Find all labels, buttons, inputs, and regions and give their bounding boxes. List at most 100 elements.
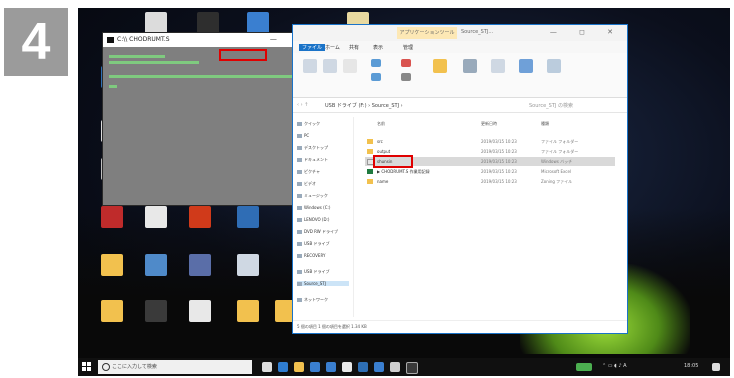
notification-icon[interactable] [712, 363, 720, 371]
windows-logo-icon [87, 362, 91, 366]
column-header-type[interactable]: 種類 [541, 121, 549, 127]
select-icon[interactable] [547, 59, 561, 73]
rename-icon[interactable] [401, 73, 411, 81]
app-icon [101, 206, 123, 228]
store-icon[interactable] [310, 362, 320, 372]
console-cursor [109, 85, 117, 88]
file-type: ファイル フォルダー [541, 139, 579, 144]
nav-item[interactable]: PC [297, 133, 309, 138]
nav-item[interactable]: クイック [297, 121, 320, 127]
nav-item-label: RECOVERY [304, 253, 326, 258]
tab-view[interactable]: 表示 [373, 44, 383, 51]
start-button[interactable] [82, 362, 92, 372]
nav-item[interactable]: ドキュメント [297, 157, 328, 163]
app-icon [197, 12, 219, 34]
nav-item[interactable]: Windows (C:) [297, 205, 330, 210]
app-icon[interactable] [358, 362, 368, 372]
paste-icon[interactable] [343, 59, 357, 73]
file-name: src [377, 139, 383, 144]
context-tab-app-tools[interactable]: アプリケーションツール [397, 27, 457, 39]
pin-icon[interactable] [303, 59, 317, 73]
highlight-box-file [373, 155, 413, 168]
table-row[interactable]: ▶ CHODRUMT.S 作業用記録 2019/03/15 10:23 Micr… [365, 167, 615, 176]
file-name: name [377, 179, 389, 184]
nav-item-icon [297, 122, 302, 126]
address-bar[interactable]: ‹ › ↑ USB ドライブ (F:) › Source_STJ › Sourc… [293, 98, 627, 113]
nav-item[interactable]: ネットワーク [297, 297, 328, 303]
file-explorer-icon[interactable] [294, 362, 304, 372]
explorer-titlebar[interactable]: アプリケーションツール Source_STJ... — ◻ ✕ [293, 25, 627, 41]
nav-item[interactable]: USB ドライブ [297, 241, 329, 247]
nav-item-label: ビデオ [304, 181, 316, 186]
move-icon[interactable] [371, 59, 381, 67]
windows-logo-icon [87, 367, 91, 371]
properties-icon[interactable] [491, 59, 505, 73]
nav-item-label: Source_STJ [304, 281, 326, 286]
tab-manage[interactable]: 管理 [403, 44, 413, 51]
address-path[interactable]: USB ドライブ (F:) › Source_STJ › [325, 102, 403, 109]
nav-item[interactable]: ピクチャ [297, 169, 320, 175]
nav-item-selected[interactable]: Source_STJ [297, 281, 349, 286]
nav-item-icon [297, 170, 302, 174]
app-icon[interactable] [374, 362, 384, 372]
nav-item-icon [297, 298, 302, 302]
copy-icon[interactable] [323, 59, 337, 73]
window-controls[interactable]: — ◻ ✕ [550, 28, 623, 36]
taskbar-search-box[interactable]: ここに入力して検索 [98, 360, 252, 374]
tab-home[interactable]: ホーム [325, 44, 340, 51]
nav-item[interactable]: デスクトップ [297, 145, 328, 151]
command-prompt-title: C:\\ CHODRUMT.S [117, 36, 170, 43]
back-icon[interactable]: ‹ › ↑ [297, 102, 308, 108]
table-row[interactable]: src 2019/03/15 10:23 ファイル フォルダー [365, 137, 615, 146]
nav-item-icon [297, 182, 302, 186]
open-icon[interactable] [519, 59, 533, 73]
nav-item-label: USB ドライブ [304, 241, 330, 246]
ribbon [293, 53, 627, 98]
file-list: 名前 更新日時 種類 src 2019/03/15 10:23 ファイル フォル… [355, 117, 623, 317]
app-icon [145, 254, 167, 276]
mail-icon[interactable] [326, 362, 336, 372]
app-icon[interactable] [390, 362, 400, 372]
command-prompt-taskbar-icon[interactable] [406, 362, 418, 374]
battery-icon[interactable] [576, 363, 592, 371]
nav-item[interactable]: ビデオ [297, 181, 316, 187]
desktop-icon-7[interactable] [218, 206, 278, 254]
office-icon [189, 206, 211, 228]
desktop-icon-recycle-bin[interactable] [218, 254, 278, 302]
delete-icon[interactable] [401, 59, 411, 67]
tray-icons[interactable]: ⌃ ▭ ◖ ♪ A [602, 363, 627, 369]
file-date: 2019/03/15 10:23 [481, 169, 517, 174]
clock[interactable]: 18:05 [684, 363, 698, 369]
windows-logo-icon [82, 362, 86, 366]
nav-item-icon [297, 194, 302, 198]
tab-share[interactable]: 共有 [349, 44, 359, 51]
highlight-box-console [219, 49, 267, 61]
nav-item[interactable]: USB ドライブ [297, 269, 329, 275]
excel-file-icon [367, 169, 373, 174]
nav-item-label: ネットワーク [304, 297, 328, 302]
folder-icon [101, 254, 123, 276]
column-header-name[interactable]: 名前 [377, 121, 385, 127]
explorer-search-box[interactable]: Source_STJ の検索 [529, 102, 573, 109]
edge-icon[interactable] [278, 362, 288, 372]
nav-item-icon [297, 282, 302, 286]
nav-item-label: クイック [304, 121, 320, 126]
nav-item[interactable]: LENOVO (D:) [297, 217, 329, 222]
app-icon[interactable] [342, 362, 352, 372]
file-explorer-window[interactable]: アプリケーションツール Source_STJ... — ◻ ✕ ファイル ホーム… [292, 24, 628, 334]
nav-item[interactable]: RECOVERY [297, 253, 325, 258]
document-icon [189, 300, 211, 322]
table-row[interactable]: name 2019/03/15 10:23 Zoning ファイル [365, 177, 615, 186]
nav-item[interactable]: DVD RW ドライブ [297, 229, 338, 235]
task-view-icon[interactable] [262, 362, 272, 372]
nav-item[interactable]: ミュージック [297, 193, 328, 199]
nav-item-icon [297, 242, 302, 246]
nav-item-label: USB ドライブ [304, 269, 330, 274]
new-folder-icon[interactable] [433, 59, 447, 73]
copy-to-icon[interactable] [371, 73, 381, 81]
folder-icon [367, 179, 373, 184]
column-header-date[interactable]: 更新日時 [481, 121, 497, 127]
new-item-icon[interactable] [463, 59, 477, 73]
nav-item-label: LENOVO (D:) [304, 217, 330, 222]
tab-file[interactable]: ファイル [299, 44, 326, 51]
